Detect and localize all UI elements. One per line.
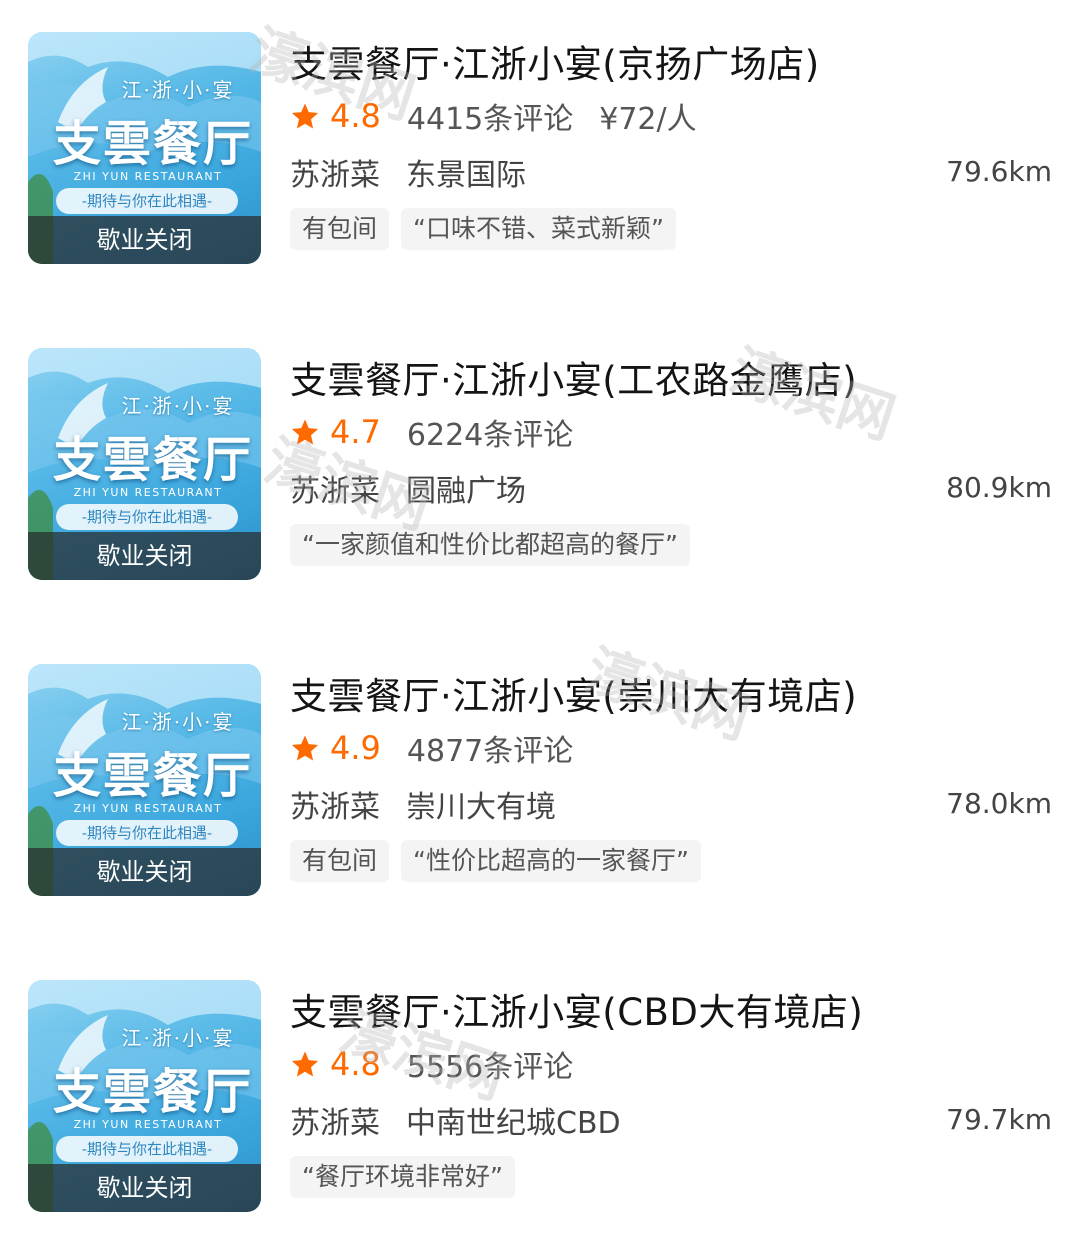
restaurant-thumbnail[interactable]: 江·浙·小·宴 支雲餐厅 ZHI YUN RESTAURANT -期待与你在此相… [28, 32, 261, 264]
rating-score: 4.8 [330, 97, 381, 135]
area-label: 中南世纪城CBD [406, 1106, 621, 1141]
tag-list: “一家颜值和性价比都超高的餐厅” [290, 524, 702, 566]
category-row: 苏浙菜 崇川大有境 [290, 782, 556, 826]
restaurant-thumbnail[interactable]: 江·浙·小·宴 支雲餐厅 ZHI YUN RESTAURANT -期待与你在此相… [28, 980, 261, 1212]
tag-list: “餐厅环境非常好” [290, 1156, 527, 1198]
cuisine-label: 苏浙菜 [290, 1106, 380, 1141]
rating-score: 4.7 [330, 413, 381, 451]
thumbnail-title: 支雲餐厅 [52, 748, 253, 804]
closed-status-overlay: 歇业关闭 [28, 1164, 261, 1212]
restaurant-name[interactable]: 支雲餐厅·江浙小宴(工农路金鹰店) [290, 350, 857, 404]
tag: 有包间 [290, 208, 390, 250]
thumbnail-subtitle: 江·浙·小·宴 [121, 710, 235, 734]
distance-label: 80.9km [946, 471, 1052, 504]
category-row: 苏浙菜 中南世纪城CBD [290, 1098, 621, 1142]
rating-row: 4.7 6224条评论 [290, 410, 573, 454]
cuisine-label: 苏浙菜 [290, 474, 380, 509]
list-item[interactable]: 江·浙·小·宴 支雲餐厅 ZHI YUN RESTAURANT -期待与你在此相… [0, 348, 1080, 598]
distance-label: 78.0km [946, 787, 1052, 820]
category-row: 苏浙菜 东景国际 [290, 150, 526, 194]
thumbnail-subtitle: 江·浙·小·宴 [121, 1026, 235, 1050]
list-item[interactable]: 江·浙·小·宴 支雲餐厅 ZHI YUN RESTAURANT -期待与你在此相… [0, 980, 1080, 1230]
review-quote-tag: “口味不错、菜式新颖” [401, 208, 676, 250]
thumbnail-subtitle: 江·浙·小·宴 [121, 78, 235, 102]
area-label: 崇川大有境 [406, 790, 556, 825]
review-count: 4877条评论 [406, 734, 574, 769]
closed-status-overlay: 歇业关闭 [28, 216, 261, 264]
tag-list: 有包间 “口味不错、菜式新颖” [290, 208, 688, 250]
review-count: 5556条评论 [406, 1050, 574, 1085]
area-label: 东景国际 [406, 158, 526, 193]
rating-row: 4.9 4877条评论 [290, 726, 573, 770]
rating-score: 4.8 [330, 1045, 381, 1083]
restaurant-name[interactable]: 支雲餐厅·江浙小宴(CBD大有境店) [290, 982, 863, 1036]
star-icon [291, 1051, 319, 1077]
rating-row: 4.8 4415条评论 ¥72/人 [290, 94, 697, 138]
restaurant-name[interactable]: 支雲餐厅·江浙小宴(崇川大有境店) [290, 666, 857, 720]
closed-status-overlay: 歇业关闭 [28, 848, 261, 896]
thumbnail-slogan: -期待与你在此相遇- [56, 188, 238, 214]
restaurant-thumbnail[interactable]: 江·浙·小·宴 支雲餐厅 ZHI YUN RESTAURANT -期待与你在此相… [28, 664, 261, 896]
review-count: 4415条评论 [406, 102, 574, 137]
tag: 有包间 [290, 840, 390, 882]
review-quote-tag: “一家颜值和性价比都超高的餐厅” [290, 524, 690, 566]
list-item[interactable]: 江·浙·小·宴 支雲餐厅 ZHI YUN RESTAURANT -期待与你在此相… [0, 32, 1080, 282]
price-per-person: ¥72/人 [599, 102, 697, 137]
thumbnail-english-title: ZHI YUN RESTAURANT [73, 170, 223, 183]
closed-status-overlay: 歇业关闭 [28, 532, 261, 580]
distance-label: 79.6km [946, 155, 1052, 188]
thumbnail-slogan: -期待与你在此相遇- [56, 1136, 238, 1162]
star-icon [291, 419, 319, 445]
distance-label: 79.7km [946, 1103, 1052, 1136]
thumbnail-slogan: -期待与你在此相遇- [56, 504, 238, 530]
cuisine-label: 苏浙菜 [290, 790, 380, 825]
star-icon [291, 103, 319, 129]
list-item[interactable]: 江·浙·小·宴 支雲餐厅 ZHI YUN RESTAURANT -期待与你在此相… [0, 664, 1080, 914]
thumbnail-title: 支雲餐厅 [52, 116, 253, 172]
thumbnail-slogan: -期待与你在此相遇- [56, 820, 238, 846]
thumbnail-title: 支雲餐厅 [52, 432, 253, 488]
area-label: 圆融广场 [406, 474, 526, 509]
restaurant-name[interactable]: 支雲餐厅·江浙小宴(京扬广场店) [290, 34, 820, 88]
review-quote-tag: “性价比超高的一家餐厅” [401, 840, 701, 882]
thumbnail-english-title: ZHI YUN RESTAURANT [73, 802, 223, 815]
rating-score: 4.9 [330, 729, 381, 767]
thumbnail-title: 支雲餐厅 [52, 1064, 253, 1120]
review-quote-tag: “餐厅环境非常好” [290, 1156, 515, 1198]
rating-row: 4.8 5556条评论 [290, 1042, 573, 1086]
thumbnail-subtitle: 江·浙·小·宴 [121, 394, 235, 418]
cuisine-label: 苏浙菜 [290, 158, 380, 193]
tag-list: 有包间 “性价比超高的一家餐厅” [290, 840, 713, 882]
star-icon [291, 735, 319, 761]
thumbnail-english-title: ZHI YUN RESTAURANT [73, 486, 223, 499]
restaurant-thumbnail[interactable]: 江·浙·小·宴 支雲餐厅 ZHI YUN RESTAURANT -期待与你在此相… [28, 348, 261, 580]
review-count: 6224条评论 [406, 418, 574, 453]
category-row: 苏浙菜 圆融广场 [290, 466, 526, 510]
thumbnail-english-title: ZHI YUN RESTAURANT [73, 1118, 223, 1131]
